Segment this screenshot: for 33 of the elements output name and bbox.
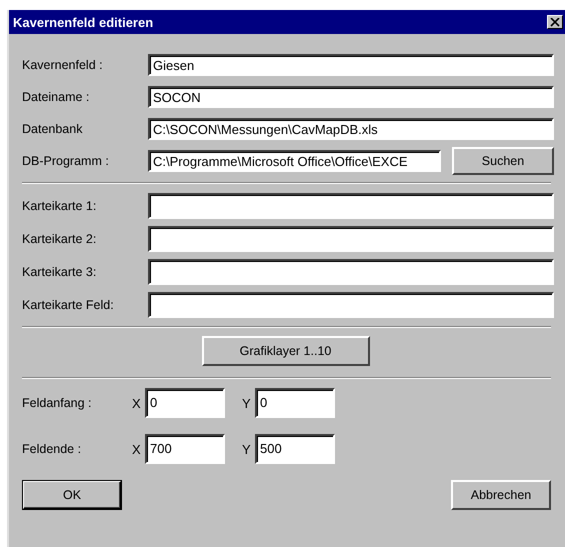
browse-button[interactable]: Suchen: [452, 147, 554, 175]
axis-label: X: [132, 442, 142, 456]
field-label: Feldanfang :: [22, 396, 92, 410]
input-field[interactable]: [148, 292, 554, 318]
axis-label: Y: [242, 442, 252, 456]
input-field[interactable]: 700: [145, 434, 225, 464]
field-label: Datenbank: [22, 122, 84, 136]
field-label: Karteikarte 3:: [22, 265, 98, 279]
field-label: Karteikarte Feld:: [22, 298, 115, 312]
input-field[interactable]: SOCON: [148, 86, 554, 108]
input-field[interactable]: [148, 226, 554, 252]
input-field[interactable]: C:\SOCON\Messungen\CavMapDB.xls: [148, 118, 554, 140]
field-label: Kavernenfeld :: [22, 58, 104, 72]
field-label: Feldende :: [22, 442, 82, 456]
input-field[interactable]: 0: [255, 388, 335, 418]
layer-button[interactable]: Grafiklayer 1..10: [202, 336, 370, 366]
close-button[interactable]: [547, 15, 563, 29]
window-title: Kavernenfeld editieren: [13, 14, 154, 30]
field-label: Karteikarte 2:: [22, 232, 98, 246]
input-field[interactable]: Giesen: [148, 54, 554, 76]
input-field[interactable]: [148, 193, 554, 219]
input-field[interactable]: 500: [255, 434, 335, 464]
field-label: Dateiname :: [22, 90, 90, 104]
input-field[interactable]: C:\Programme\Microsoft Office\Office\EXCE: [148, 150, 441, 172]
close-icon: [550, 18, 560, 26]
cancel-button[interactable]: Abbrechen: [451, 480, 551, 510]
input-field[interactable]: [148, 259, 554, 285]
field-label: Karteikarte 1:: [22, 199, 98, 213]
axis-label: Y: [242, 396, 252, 410]
field-label: DB-Programm :: [22, 154, 110, 168]
ok-button[interactable]: OK: [22, 480, 122, 510]
axis-label: X: [132, 396, 142, 410]
input-field[interactable]: 0: [145, 388, 225, 418]
